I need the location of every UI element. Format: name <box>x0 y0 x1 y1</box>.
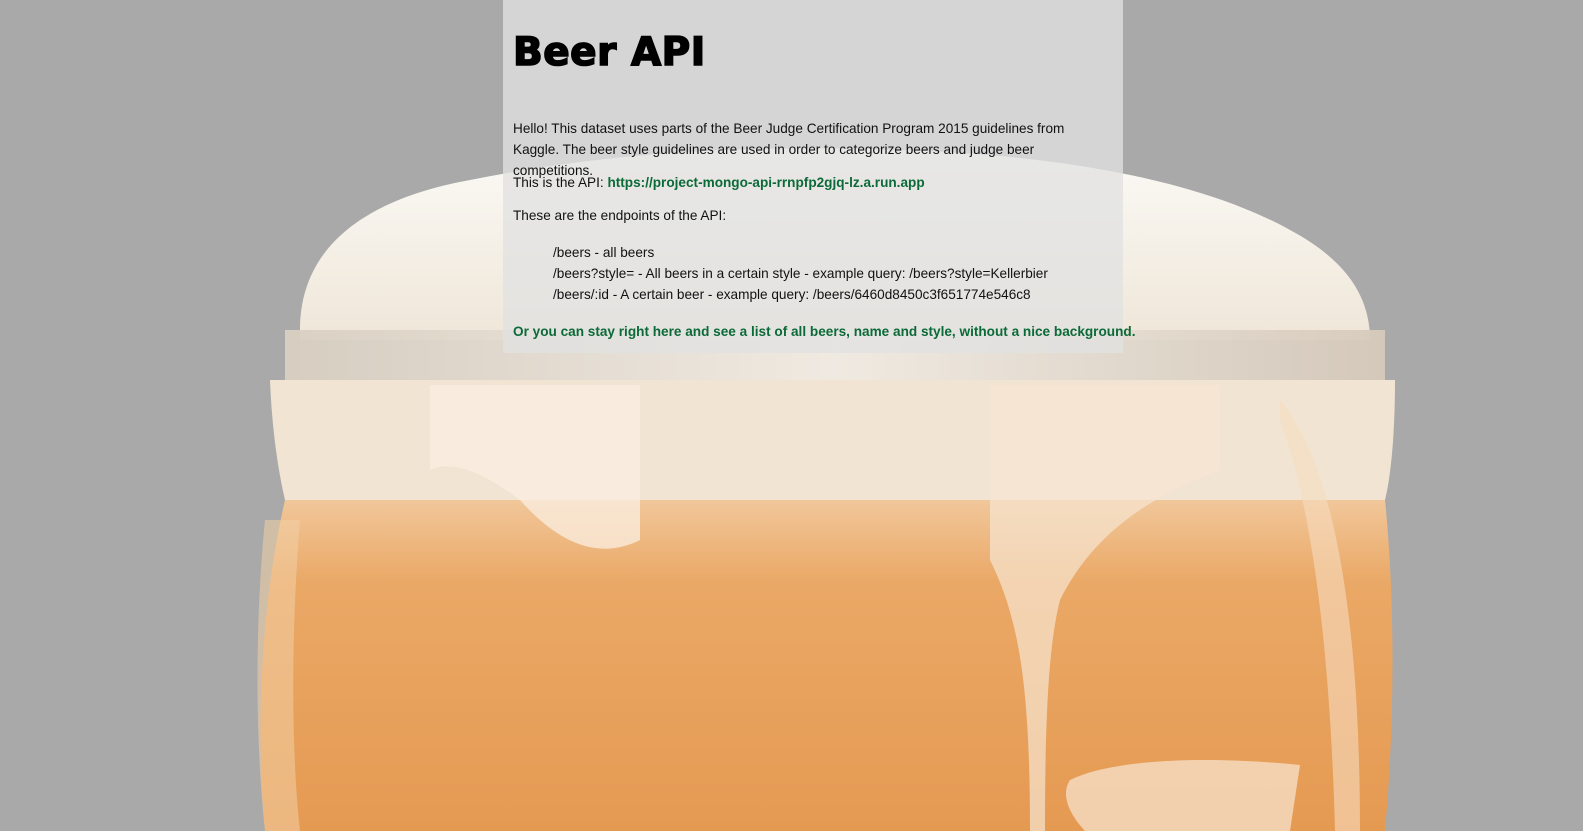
page-title: Beer API <box>512 29 706 76</box>
api-url-link[interactable]: https://project-mongo-api-rrnpfp2gjq-lz.… <box>607 175 924 190</box>
endpoint-item: /beers?style= - All beers in a certain s… <box>553 266 1048 281</box>
endpoint-item: /beers - all beers <box>553 245 655 260</box>
endpoint-list: /beers - all beers /beers?style= - All b… <box>553 242 1048 305</box>
endpoints-heading: These are the endpoints of the API: <box>513 208 727 223</box>
endpoint-item: /beers/:id - A certain beer - example qu… <box>553 287 1031 302</box>
content-panel: Beer API Hello! This dataset uses parts … <box>503 0 1135 353</box>
api-url-prefix: This is the API: <box>513 175 608 190</box>
all-beers-list-link[interactable]: Or you can stay right here and see a lis… <box>513 321 1135 342</box>
api-url-line: This is the API: https://project-mongo-a… <box>513 172 925 193</box>
